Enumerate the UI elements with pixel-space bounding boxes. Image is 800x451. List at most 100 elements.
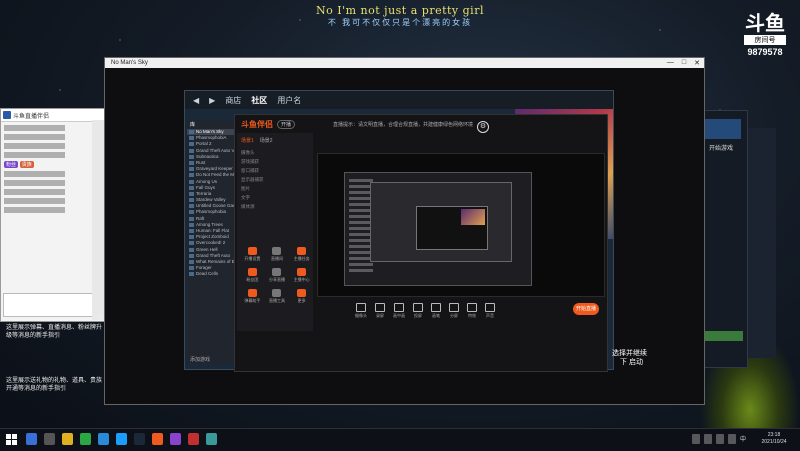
- chat-message: [4, 125, 106, 131]
- scene-tabs: 场景1 场景2: [237, 133, 313, 148]
- toolbar-button[interactable]: 分屏: [449, 303, 459, 319]
- clock-time: 23:18: [767, 432, 781, 438]
- close-button[interactable]: ✕: [694, 59, 700, 67]
- tool-icon: [247, 247, 257, 255]
- outer-window-titlebar[interactable]: No Man's Sky — □ ✕: [105, 58, 704, 68]
- app-icon[interactable]: [206, 433, 217, 445]
- toolbar-icon: [431, 303, 441, 312]
- source-item[interactable]: 窗口捕获: [241, 166, 309, 175]
- search-icon[interactable]: [26, 433, 37, 445]
- tool-grid-item[interactable]: 直播工具: [266, 289, 289, 304]
- tool-grid-item[interactable]: 开播设置: [241, 247, 264, 262]
- toolbar-button[interactable]: 画笔: [431, 303, 441, 319]
- toolbar-label: 录屏: [376, 313, 384, 318]
- chat-tip-1: 这里展示弹幕、直播消息、粉丝牌升级等消息的新手指引: [6, 325, 103, 339]
- app-icon[interactable]: [170, 433, 181, 445]
- tray-icon[interactable]: [691, 434, 700, 444]
- chat-header-title: 斗鱼直播伴侣: [13, 113, 50, 120]
- douyu-logo: 斗鱼 房间号 9879578: [744, 14, 786, 57]
- source-item[interactable]: 图片: [241, 184, 309, 193]
- minimize-button[interactable]: —: [667, 59, 674, 67]
- lyric-line-2: 不 我可不仅仅只是个漂亮的女孩: [327, 18, 473, 27]
- taskbar-apps: [26, 433, 217, 445]
- tool-grid-item[interactable]: 主播中心: [290, 268, 313, 283]
- maximize-button[interactable]: □: [682, 59, 686, 67]
- douyu-icon[interactable]: [152, 433, 163, 445]
- source-item[interactable]: 文字: [241, 193, 309, 202]
- live-pill[interactable]: 开播: [277, 119, 296, 129]
- chat-message: [4, 171, 106, 177]
- tool-icon: [272, 247, 282, 255]
- tool-grid-item[interactable]: 弹幕助手: [241, 289, 264, 304]
- tool-grid-item[interactable]: 主播任务: [290, 247, 313, 262]
- back-icon[interactable]: ◀: [193, 96, 199, 105]
- toolbar-label: 声音: [486, 313, 494, 318]
- nav-user[interactable]: 用户名: [277, 95, 301, 106]
- right-window-button[interactable]: [701, 331, 743, 341]
- toolbar-icon: [485, 303, 495, 312]
- steam-icon[interactable]: [134, 433, 145, 445]
- clock[interactable]: 23:18 2021/10/24: [754, 432, 794, 446]
- toolbar-label: 画笔: [432, 313, 440, 318]
- qq-icon[interactable]: [116, 433, 127, 445]
- nested-screen-3: [416, 206, 488, 250]
- network-icon[interactable]: [727, 434, 736, 444]
- tool-grid-item[interactable]: 分享直播: [266, 268, 289, 283]
- chat-message: [4, 180, 106, 186]
- tool-icon: [297, 247, 307, 255]
- system-tray: 中: [691, 434, 746, 444]
- recorder-brand: 斗鱼伴侣: [241, 119, 273, 129]
- taskbar: 中 23:18 2021/10/24: [0, 428, 800, 451]
- outer-window-title: No Man's Sky: [111, 60, 148, 66]
- nav-store[interactable]: 商店: [225, 95, 241, 106]
- toolbar-button[interactable]: 投屏: [413, 303, 423, 319]
- noble-badge: 贵族: [19, 161, 34, 168]
- tool-grid-item[interactable]: 粉丝团: [241, 268, 264, 283]
- task-view-icon[interactable]: [44, 433, 55, 445]
- tool-grid-item[interactable]: 直播间: [266, 247, 289, 262]
- tray-icon[interactable]: [703, 434, 712, 444]
- app-icon[interactable]: [188, 433, 199, 445]
- volume-icon[interactable]: [715, 434, 724, 444]
- tab-scene-1[interactable]: 场景1: [241, 137, 254, 144]
- source-item[interactable]: 游戏捕获: [241, 157, 309, 166]
- recorder-sidebar: 场景1 场景2 摄像头 游戏捕获 窗口捕获 显示器捕获 图片 文字 媒体源 开播设置 直播间主…: [237, 133, 313, 331]
- recorder-notice: 直播提示：请文明直播，合理合规直播，共建健康绿色网络环境: [333, 121, 474, 128]
- toolbar-icon: [375, 303, 385, 312]
- source-item[interactable]: 摄像头: [241, 148, 309, 157]
- toolbar-label: 特效: [468, 313, 476, 318]
- tool-label: 粉丝团: [246, 277, 259, 282]
- tab-scene-2[interactable]: 场景2: [260, 137, 273, 144]
- nav-community[interactable]: 社区: [251, 95, 267, 106]
- wechat-icon[interactable]: [80, 433, 91, 445]
- folder-icon[interactable]: [62, 433, 73, 445]
- input-language[interactable]: 中: [740, 434, 746, 444]
- recorder-topbar: 斗鱼伴侣 开播 直播提示：请文明直播，合理合规直播，共建健康绿色网络环境: [235, 115, 607, 133]
- tool-label: 分享直播: [268, 277, 285, 282]
- toolbar-button[interactable]: 录屏: [375, 303, 385, 319]
- start-live-button[interactable]: 开始直播: [573, 303, 599, 315]
- add-game-button[interactable]: 添加游戏: [190, 356, 210, 363]
- edge-icon[interactable]: [98, 433, 109, 445]
- windows-start-icon[interactable]: [6, 434, 17, 445]
- toolbar-label: 画中画: [393, 313, 405, 318]
- chat-message: [4, 152, 106, 158]
- gear-icon[interactable]: ⚙: [477, 121, 489, 133]
- tool-grid: 开播设置 直播间 主播任务粉丝团 分享直播 主播中心弹幕助手 直播工具 更多: [241, 247, 313, 304]
- tool-grid-item[interactable]: 更多: [290, 289, 313, 304]
- source-item[interactable]: 显示器捕获: [241, 175, 309, 184]
- toolbar-icon: [394, 303, 404, 312]
- toolbar-button[interactable]: 画中画: [393, 303, 405, 319]
- toolbar-button[interactable]: 特效: [467, 303, 477, 319]
- chat-tip-2: 这里展示送礼物的礼物、道具、贵族开通等消息的新手指引: [6, 378, 103, 392]
- source-item[interactable]: 媒体源: [241, 202, 309, 211]
- tool-icon: [247, 289, 257, 297]
- fan-badge: 粉丝: [4, 161, 19, 168]
- chat-message: [4, 143, 106, 149]
- toolbar-button[interactable]: 摄像头: [355, 303, 367, 319]
- start-game-label[interactable]: 开始游戏: [709, 143, 733, 152]
- tool-icon: [247, 268, 257, 276]
- chat-message: [4, 207, 106, 213]
- forward-icon[interactable]: ▶: [209, 96, 215, 105]
- toolbar-button[interactable]: 声音: [485, 303, 495, 319]
